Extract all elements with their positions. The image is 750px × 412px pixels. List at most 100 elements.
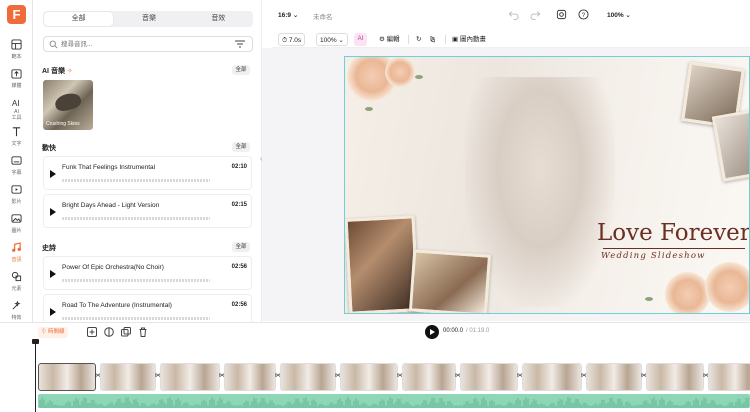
timeline-clip[interactable] <box>224 363 276 391</box>
view-all-epic-button[interactable]: 全部 <box>232 242 250 252</box>
search-input[interactable] <box>61 38 221 50</box>
add-icon[interactable] <box>87 327 97 337</box>
sidebar-item-audio[interactable]: 音訊 <box>0 239 33 269</box>
redo-icon[interactable] <box>530 9 541 20</box>
app-logo[interactable]: F <box>7 5 26 24</box>
timeline-clip[interactable] <box>160 363 220 391</box>
scale-dropdown[interactable]: 100% ⌄ <box>316 33 348 46</box>
sidebar-item-label: 文字 <box>11 141 22 147</box>
track-duration: 02:10 <box>231 164 247 170</box>
ai-music-thumbnail[interactable]: Crushing Skies <box>43 80 93 130</box>
help-icon[interactable]: ? <box>578 9 589 20</box>
flip-icon[interactable]: ⧎ <box>430 33 435 46</box>
search-icon <box>49 40 58 49</box>
playhead[interactable] <box>32 339 39 412</box>
sidebar-item-media[interactable]: 媒體 <box>0 65 33 95</box>
video-icon <box>0 184 33 197</box>
play-icon[interactable] <box>50 308 56 316</box>
animation-label: 圖內動畫 <box>459 36 486 43</box>
list-item[interactable]: Bright Days Ahead - Light Version 02:15 <box>43 194 252 228</box>
edit-button[interactable]: ⚙ 編輯 <box>379 33 400 46</box>
list-item[interactable]: Power Of Epic Orchestra(No Choir) 02:56 <box>43 256 252 290</box>
thumbnail-image <box>53 90 83 114</box>
duplicate-icon[interactable] <box>121 327 131 337</box>
timeline-clip[interactable] <box>38 363 96 391</box>
title-divider <box>603 248 745 249</box>
list-item[interactable]: Road To The Adventure (Instrumental) 02:… <box>43 294 252 322</box>
screenshot-icon[interactable] <box>556 9 567 20</box>
view-all-upbeat-button[interactable]: 全部 <box>232 142 250 152</box>
timeline-clip[interactable] <box>460 363 518 391</box>
tab-sound-effects[interactable]: 音效 <box>184 11 253 27</box>
track-duration: 02:56 <box>231 302 247 308</box>
svg-text:AI: AI <box>12 99 20 108</box>
undo-icon[interactable] <box>508 9 519 20</box>
sidebar-item-text[interactable]: 文字 <box>0 123 33 153</box>
timeline-clip[interactable] <box>100 363 156 391</box>
sidebar-item-template[interactable]: 範本 <box>0 36 33 66</box>
play-icon[interactable] <box>50 270 56 278</box>
aspect-ratio-value: 16:9 <box>278 12 292 19</box>
aspect-ratio-dropdown[interactable]: 16:9 ⌄ <box>278 11 298 19</box>
sidebar-item-elements[interactable]: 元素 <box>0 268 33 298</box>
audio-track[interactable] <box>38 394 750 408</box>
timeline-clip[interactable] <box>280 363 336 391</box>
canvas-subtitle-text[interactable]: Wedding Slideshow <box>601 251 706 261</box>
sliders-icon: ⚙ <box>379 36 385 43</box>
timeline: ⏀ 時間線 00:00.0 / 01:19.0 ⋈ ⋈ ⋈ ⋈ ⋈ ⋈ ⋈ ⋈ ⋈ ⋈ ⋈ <box>0 322 750 412</box>
svg-text:?: ? <box>582 12 586 19</box>
media-upload-icon <box>0 68 33 81</box>
sidebar-item-ai-tools[interactable]: AI AI 工具 <box>0 94 33 124</box>
leaf-decoration <box>415 75 423 79</box>
timeline-clip[interactable] <box>340 363 398 391</box>
list-item[interactable]: Funk That Feelings Instrumental 02:10 <box>43 156 252 190</box>
search-box <box>43 36 253 52</box>
view-all-ai-button[interactable]: 全部 <box>232 65 250 75</box>
track-name: Road To The Adventure (Instrumental) <box>62 302 172 309</box>
sidebar-item-subtitles[interactable]: 字幕 <box>0 152 33 182</box>
thumbnail-caption: Crushing Skies <box>46 121 80 127</box>
project-name[interactable]: 未命名 <box>313 11 333 21</box>
play-button[interactable] <box>425 325 439 339</box>
sidebar-item-video[interactable]: 影片 <box>0 181 33 211</box>
zoom-value: 100% <box>607 12 624 19</box>
canvas-title-text[interactable]: Love Forever <box>597 220 749 246</box>
timeline-clip[interactable] <box>586 363 642 391</box>
track-duration: 02:15 <box>231 202 247 208</box>
filter-icon[interactable] <box>235 40 245 48</box>
timeline-clip[interactable] <box>646 363 704 391</box>
sidebar-item-label: 元素 <box>11 286 22 292</box>
tab-music[interactable]: 音樂 <box>114 11 183 27</box>
animation-icon: ▣ <box>452 36 459 43</box>
delete-icon[interactable] <box>138 327 148 337</box>
audio-panel: 全部 音樂 音效 AI 音樂 ✧ 全部 Crushing Skies 歡快 全部… <box>33 0 262 322</box>
rotate-icon[interactable]: ↻ <box>416 33 421 46</box>
waveform <box>62 279 210 282</box>
current-time: 00:00.0 <box>443 328 464 334</box>
rose-decoration <box>385 57 415 87</box>
preview-canvas[interactable]: Love Forever Wedding Slideshow <box>344 56 750 314</box>
timeline-clip[interactable] <box>522 363 582 391</box>
effects-icon <box>0 300 33 313</box>
timeline-clip[interactable] <box>402 363 456 391</box>
sidebar-item-label: 影片 <box>11 199 22 205</box>
duration-button[interactable]: ⏱ 7.0s <box>278 33 306 46</box>
rose-decoration <box>705 262 749 312</box>
tab-all[interactable]: 全部 <box>44 12 114 26</box>
animation-button[interactable]: ▣ 圖內動畫 <box>452 33 486 46</box>
ai-magic-button[interactable]: AI <box>354 33 367 46</box>
sidebar-item-image[interactable]: 圖片 <box>0 210 33 240</box>
canvas-area: Love Forever Wedding Slideshow <box>262 48 750 321</box>
sidebar-item-label: 圖片 <box>11 228 22 234</box>
subtitles-icon <box>0 155 33 168</box>
timeline-clip[interactable] <box>708 363 750 391</box>
split-icon[interactable] <box>104 327 114 337</box>
divider <box>445 35 446 44</box>
timeline-toggle-button[interactable]: ⏀ 時間線 <box>38 327 68 338</box>
section-title-ai-music: AI 音樂 ✧ <box>42 66 73 76</box>
track-name: Power Of Epic Orchestra(No Choir) <box>62 264 164 271</box>
play-icon[interactable] <box>50 170 56 178</box>
zoom-dropdown[interactable]: 100% ⌄ <box>607 11 631 19</box>
waveform-bars <box>38 397 749 408</box>
play-icon[interactable] <box>50 208 56 216</box>
